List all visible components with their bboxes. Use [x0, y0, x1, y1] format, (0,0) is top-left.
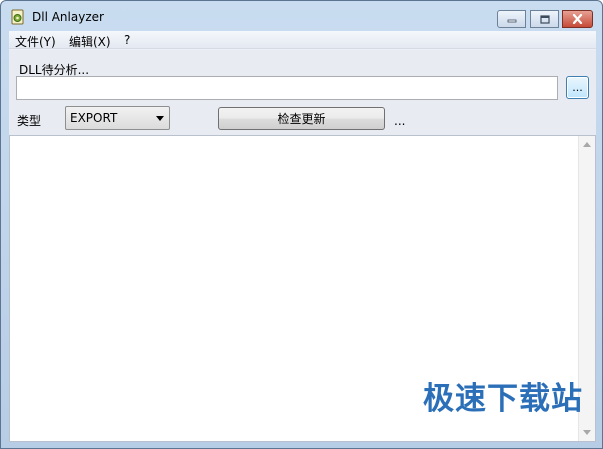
status-ellipsis: ... — [394, 114, 406, 128]
title-bar[interactable]: Dll Anlayzer — [1, 1, 602, 31]
type-select[interactable]: EXPORT — [65, 106, 170, 130]
menu-edit[interactable]: 编辑(X) — [69, 33, 111, 50]
scroll-down-icon[interactable] — [583, 430, 591, 435]
maximize-button[interactable] — [530, 10, 559, 28]
app-window: Dll Anlayzer 文件(Y) 编辑(X) ? DLL待分析... ...… — [0, 0, 603, 449]
dll-path-input[interactable] — [16, 76, 558, 100]
type-select-value: EXPORT — [70, 111, 118, 125]
close-icon — [572, 14, 583, 24]
check-update-button[interactable]: 检查更新 — [218, 107, 385, 130]
menu-help[interactable]: ? — [124, 33, 130, 47]
browse-button[interactable]: ... — [566, 76, 589, 99]
menu-file[interactable]: 文件(Y) — [15, 33, 56, 50]
window-title: Dll Anlayzer — [32, 10, 104, 24]
watermark-logo: 极速下载站 — [423, 381, 583, 417]
input-panel: DLL待分析... ... 类型 EXPORT 检查更新 ... — [9, 50, 596, 135]
chevron-down-icon — [156, 116, 164, 121]
scroll-up-icon[interactable] — [583, 142, 591, 147]
menu-bar: 文件(Y) 编辑(X) ? — [9, 31, 596, 49]
close-button[interactable] — [562, 10, 593, 28]
dll-app-icon — [11, 9, 24, 25]
minimize-button[interactable] — [497, 10, 526, 28]
type-label: 类型 — [17, 114, 42, 128]
maximize-icon — [539, 14, 550, 24]
minimize-icon — [507, 19, 516, 23]
